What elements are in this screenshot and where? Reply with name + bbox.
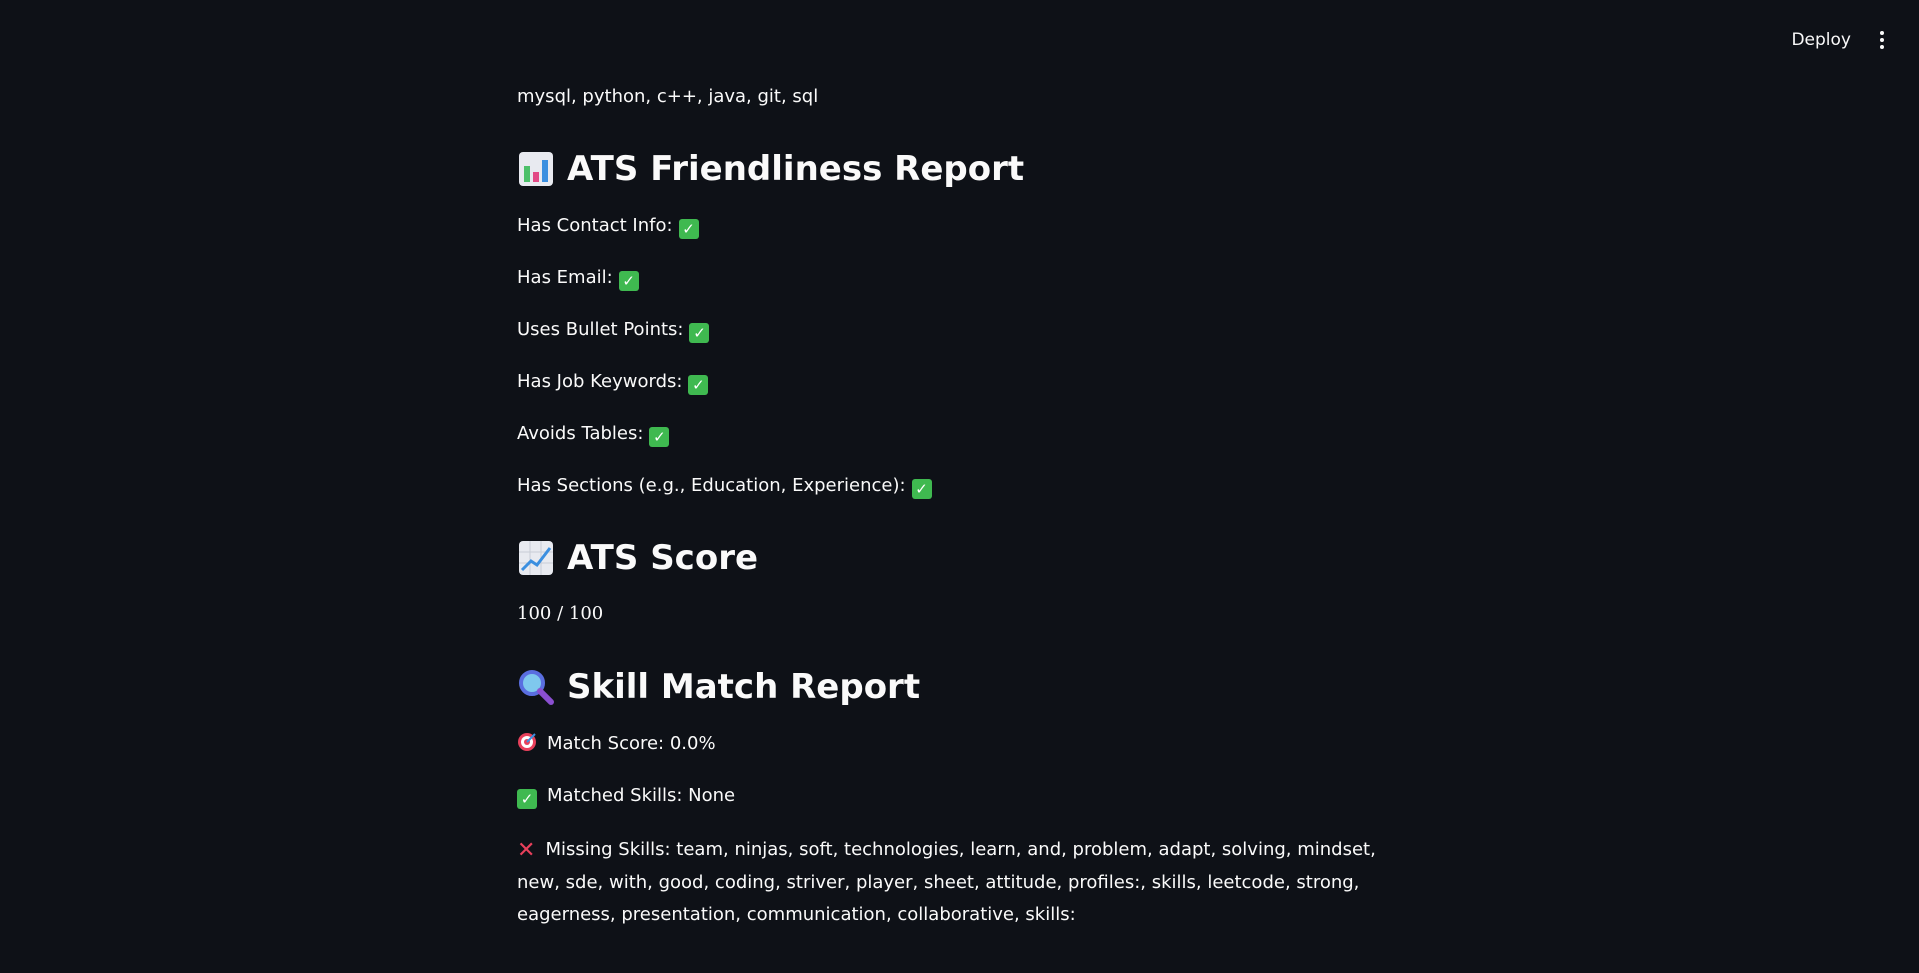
missing-skills-text: Missing Skills: team, ninjas, soft, tech…	[517, 839, 1376, 925]
bar-chart-icon	[519, 152, 553, 186]
extracted-skills-text: mysql, python, c++, java, git, sql	[517, 86, 819, 107]
ats-score-value: 100 / 100	[517, 603, 604, 624]
check-item-label: Has Email:	[517, 267, 613, 288]
check-item-tables: Avoids Tables: ✓	[517, 421, 670, 447]
checkmark-icon: ✓	[689, 323, 710, 343]
check-item-label: Has Sections (e.g., Education, Experienc…	[517, 475, 906, 496]
matched-skills-text: Matched Skills: None	[547, 785, 736, 806]
checkmark-icon: ✓	[911, 479, 932, 499]
ats-report-title: ATS Friendliness Report	[567, 149, 1025, 189]
app-toolbar: Deploy	[1791, 0, 1919, 80]
check-item-keywords: Has Job Keywords: ✓	[517, 369, 709, 395]
ats-score-heading: ATS Score	[517, 536, 758, 580]
check-item-label: Has Contact Info:	[517, 215, 673, 236]
checkmark-icon: ✓	[517, 789, 537, 809]
checkmark-icon: ✓	[618, 271, 639, 291]
check-item-sections: Has Sections (e.g., Education, Experienc…	[517, 473, 932, 499]
skill-match-title: Skill Match Report	[567, 667, 921, 707]
checkmark-icon: ✓	[649, 427, 670, 447]
match-score-line: Match Score: 0.0%	[517, 731, 716, 757]
checkmark-icon: ✓	[678, 219, 699, 239]
checkmark-icon: ✓	[688, 375, 709, 395]
missing-skills-line: ✕ Missing Skills: team, ninjas, soft, tec…	[517, 834, 1397, 931]
ats-score-title: ATS Score	[567, 538, 759, 578]
more-vertical-icon[interactable]	[1873, 31, 1891, 49]
check-item-label: Uses Bullet Points:	[517, 319, 684, 340]
skill-match-heading: Skill Match Report	[517, 665, 920, 709]
target-icon	[518, 733, 536, 751]
deploy-button[interactable]: Deploy	[1791, 30, 1851, 50]
match-score-text: Match Score: 0.0%	[547, 733, 716, 754]
ats-report-heading: ATS Friendliness Report	[517, 147, 1024, 191]
check-item-email: Has Email: ✓	[517, 265, 639, 291]
check-item-contact: Has Contact Info: ✓	[517, 213, 699, 239]
check-item-label: Has Job Keywords:	[517, 371, 683, 392]
trending-up-chart-icon	[519, 541, 553, 575]
magnifier-icon	[519, 670, 554, 705]
check-item-bullets: Uses Bullet Points: ✓	[517, 317, 710, 343]
cross-icon: ✕	[517, 838, 536, 863]
check-item-label: Avoids Tables:	[517, 423, 644, 444]
matched-skills-line: ✓ Matched Skills: None	[517, 783, 735, 809]
